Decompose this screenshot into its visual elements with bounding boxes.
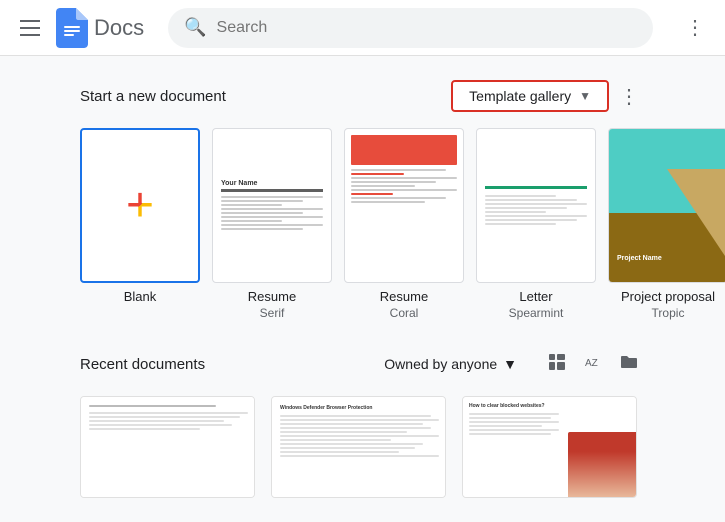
recent-docs-header: Recent documents Owned by anyone ▼ AZ: [80, 348, 645, 380]
az-sort-button[interactable]: AZ: [577, 348, 609, 380]
letter-preview: [477, 178, 595, 233]
template-gallery-button[interactable]: Template gallery ▼: [451, 80, 609, 112]
recent-doc-thumb-3: How to clear blocked websites?: [463, 397, 637, 497]
header-more-options[interactable]: ⋮: [677, 11, 713, 44]
hamburger-icon: [20, 20, 40, 36]
template-sublabel-project-proposal: Tropic: [652, 306, 685, 320]
owned-by-chevron-icon: ▼: [503, 356, 517, 372]
template-thumb-project-proposal: Project Name: [608, 128, 725, 283]
recent-doc-thumb-1: [81, 397, 255, 497]
recent-doc-card-1[interactable]: [80, 396, 255, 498]
owned-by-label: Owned by anyone: [384, 356, 497, 372]
new-doc-section-header: Start a new document Template gallery ▼ …: [80, 80, 645, 112]
app-logo[interactable]: Docs: [56, 8, 144, 48]
recent-doc-card-2[interactable]: Windows Defender Browser Protection: [271, 396, 446, 498]
template-sublabel-resume-serif: Serif: [260, 306, 285, 320]
doc-image-thumbnail: [568, 432, 637, 497]
new-document-section: Start a new document Template gallery ▼ …: [80, 80, 645, 320]
resume-serif-preview: Your Name: [213, 172, 331, 240]
template-label-project-proposal: Project proposal: [621, 289, 715, 304]
recent-documents-section: Recent documents Owned by anyone ▼ AZ: [80, 348, 645, 498]
app-name-label: Docs: [94, 15, 144, 41]
view-options: AZ: [541, 348, 645, 380]
recent-doc-thumb-2: Windows Defender Browser Protection: [272, 397, 446, 497]
search-icon: 🔍: [184, 17, 206, 38]
header-right: ⋮: [677, 11, 713, 44]
resume-coral-preview: [345, 129, 463, 282]
template-label-resume-serif: Resume: [248, 289, 296, 304]
template-card-project-proposal[interactable]: Project Name Project proposal Tropic: [608, 128, 725, 320]
template-sublabel-letter: Spearmint: [509, 306, 564, 320]
plus-icon: +: [126, 178, 154, 233]
template-card-blank[interactable]: + Blank: [80, 128, 200, 304]
folder-view-button[interactable]: [613, 348, 645, 380]
recent-docs-row: Windows Defender Browser Protection: [80, 396, 645, 498]
proposal-preview-label: Project Name: [617, 255, 662, 262]
new-doc-more-options-button[interactable]: ⋮: [613, 80, 645, 112]
template-card-resume-coral[interactable]: Resume Coral: [344, 128, 464, 320]
template-sublabel-resume-coral: Coral: [390, 306, 419, 320]
app-header: Docs 🔍 ⋮: [0, 0, 725, 56]
template-thumb-blank: +: [80, 128, 200, 283]
az-sort-icon: AZ: [584, 353, 602, 376]
docs-file-icon: [56, 8, 88, 48]
template-thumb-letter-spearmint: [476, 128, 596, 283]
template-card-letter-spearmint[interactable]: Letter Spearmint: [476, 128, 596, 320]
template-label-letter: Letter: [519, 289, 552, 304]
templates-row: + Blank Your Name: [80, 128, 645, 320]
search-input[interactable]: [217, 19, 637, 37]
template-card-resume-serif[interactable]: Your Name Resume Serif: [212, 128, 332, 320]
main-content: Start a new document Template gallery ▼ …: [0, 56, 725, 522]
start-new-doc-title: Start a new document: [80, 88, 226, 105]
owned-by-button[interactable]: Owned by anyone ▼: [376, 350, 525, 378]
folder-icon: [620, 353, 638, 376]
template-gallery-btn-wrap: Template gallery ▼ ⋮: [451, 80, 645, 112]
template-thumb-resume-coral: [344, 128, 464, 283]
recent-doc-card-3[interactable]: How to clear blocked websites?: [462, 396, 637, 498]
menu-button[interactable]: [12, 10, 48, 46]
template-gallery-label: Template gallery: [469, 88, 571, 104]
template-thumb-resume-serif: Your Name: [212, 128, 332, 283]
proposal-preview: Project Name: [609, 129, 725, 282]
recent-docs-title: Recent documents: [80, 356, 205, 373]
grid-view-button[interactable]: [541, 348, 573, 380]
search-bar[interactable]: 🔍: [168, 8, 653, 48]
grid-icon: [548, 353, 566, 376]
chevron-down-icon: ▼: [579, 89, 591, 103]
template-label-blank: Blank: [124, 289, 157, 304]
template-label-resume-coral: Resume: [380, 289, 428, 304]
more-options-icon: ⋮: [619, 84, 639, 109]
svg-text:AZ: AZ: [585, 358, 598, 369]
